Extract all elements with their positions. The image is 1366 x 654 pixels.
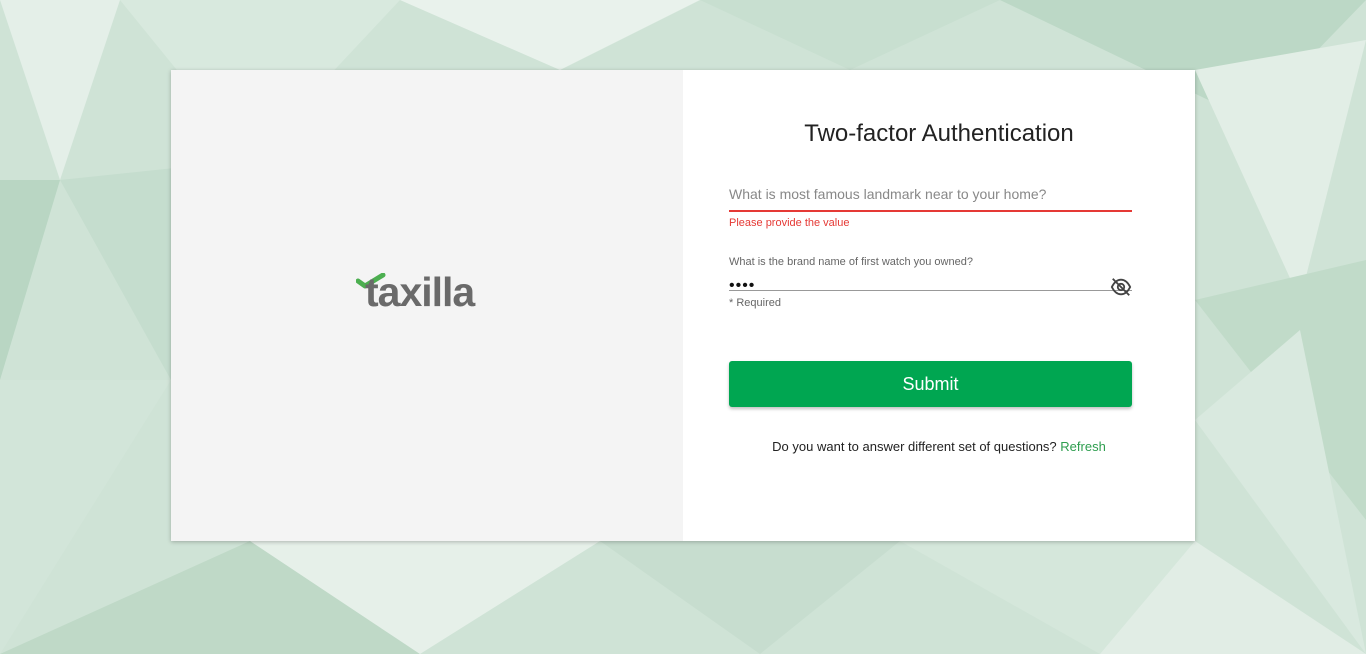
question2-label: What is the brand name of first watch yo…: [729, 256, 973, 268]
logo-text: taxilla: [365, 269, 475, 315]
question2-hint: * Required: [729, 297, 781, 309]
question2-field: What is the brand name of first watch yo…: [729, 256, 1132, 309]
question1-placeholder: What is most famous landmark near to you…: [729, 186, 1047, 202]
question2-input[interactable]: What is the brand name of first watch yo…: [729, 256, 1132, 296]
form-panel: Two-factor Authentication What is most f…: [683, 70, 1195, 541]
page-title: Two-factor Authentication: [804, 120, 1074, 147]
submit-button[interactable]: Submit: [729, 361, 1132, 407]
refresh-prompt-text: Do you want to answer different set of q…: [772, 439, 1057, 454]
taxilla-logo: taxilla: [356, 270, 501, 320]
question1-error: Please provide the value: [729, 217, 850, 229]
auth-card: taxilla Two-factor Authentication What i…: [171, 70, 1195, 541]
refresh-prompt-row: Do you want to answer different set of q…: [683, 439, 1195, 454]
question2-value: ••••: [729, 277, 756, 294]
eye-off-icon[interactable]: [1110, 276, 1132, 298]
refresh-link[interactable]: Refresh: [1060, 439, 1106, 454]
question1-field: What is most famous landmark near to you…: [729, 182, 1132, 229]
brand-panel: taxilla: [171, 70, 683, 541]
question1-input[interactable]: What is most famous landmark near to you…: [729, 182, 1132, 212]
